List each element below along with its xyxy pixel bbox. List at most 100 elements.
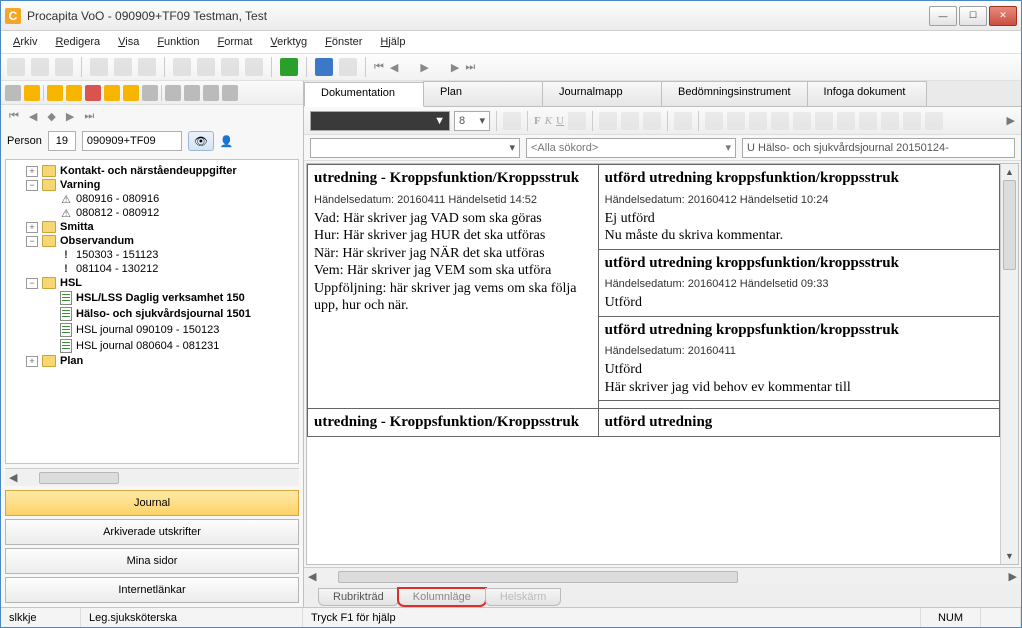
btab-rubriktrad[interactable]: Rubrikträd (318, 588, 399, 606)
tree-hsl-1[interactable]: Hälso- och sjukvårdsjournal 1501 (76, 308, 251, 320)
fmt-misc10-icon[interactable] (903, 112, 921, 130)
leftbtn-journal[interactable]: Journal (5, 490, 299, 516)
tree-varning-1[interactable]: 080812 - 080912 (76, 207, 159, 219)
nav-prev-icon[interactable]: ◀ (390, 61, 398, 74)
menu-arkiv[interactable]: Arkiv (5, 34, 45, 50)
leftbtn-arkiverade[interactable]: Arkiverade utskrifter (5, 519, 299, 545)
lt-doc-icon[interactable] (5, 85, 21, 101)
tree-obs-1[interactable]: 081104 - 130212 (76, 263, 158, 275)
lt-a-icon[interactable] (123, 85, 139, 101)
nav-next-icon[interactable]: ▶ (420, 61, 428, 74)
leftbtn-internet[interactable]: Internetlänkar (5, 577, 299, 603)
fmt-misc4-icon[interactable] (771, 112, 789, 130)
tree-varning[interactable]: Varning (60, 179, 100, 191)
bold-icon[interactable]: F (534, 115, 541, 127)
person-num-input[interactable] (48, 131, 76, 151)
tool-undo-icon[interactable] (245, 58, 263, 76)
lnav-next-icon[interactable]: ▶ (66, 110, 74, 123)
tool-preview-icon[interactable] (114, 58, 132, 76)
filter-journal-combo[interactable]: U Hälso- och sjukvårdsjournal 20150124- (742, 138, 1015, 158)
navigation-tree[interactable]: +Kontakt- och närståendeuppgifter −Varni… (6, 160, 298, 372)
person-id-input[interactable] (82, 131, 182, 151)
collapse-icon[interactable]: − (26, 236, 38, 247)
tool-export-icon[interactable] (138, 58, 156, 76)
tree-hsl-2[interactable]: HSL journal 090109 - 150123 (76, 324, 219, 336)
tab-dokumentation[interactable]: Dokumentation (304, 82, 424, 107)
tab-infoga[interactable]: Infoga dokument (807, 81, 927, 106)
lt-book-icon[interactable] (142, 85, 158, 101)
collapse-icon[interactable]: − (26, 180, 38, 191)
fmt-cloud-icon[interactable] (503, 112, 521, 130)
tab-bedomning[interactable]: Bedömningsinstrument (661, 81, 808, 106)
close-button[interactable]: ✕ (989, 6, 1017, 26)
tree-obs-0[interactable]: 150303 - 151123 (76, 249, 158, 261)
tree-varning-0[interactable]: 080916 - 080916 (76, 193, 159, 205)
fmt-misc8-icon[interactable] (859, 112, 877, 130)
align-right-icon[interactable] (643, 112, 661, 130)
btab-helskarm[interactable]: Helskärm (485, 588, 561, 606)
grid-hscrollbar[interactable]: ◀▶ (304, 567, 1021, 585)
tool-paste-icon[interactable] (221, 58, 239, 76)
lt-card3-icon[interactable] (203, 85, 219, 101)
fmt-play-icon[interactable]: ▶ (1007, 114, 1015, 127)
fmt-misc7-icon[interactable] (837, 112, 855, 130)
tree-hsl-0[interactable]: HSL/LSS Daglig verksamhet 150 (76, 292, 245, 304)
tree-observandum[interactable]: Observandum (60, 235, 134, 247)
lt-undo-icon[interactable] (66, 85, 82, 101)
tab-journalmapp[interactable]: Journalmapp (542, 81, 662, 106)
expand-icon[interactable]: + (26, 222, 38, 233)
tree-hscrollbar[interactable]: ◀ (5, 468, 299, 486)
align-center-icon[interactable] (621, 112, 639, 130)
lnav-diamond-icon[interactable]: ◆ (47, 110, 55, 123)
lt-star-icon[interactable] (47, 85, 63, 101)
tree-smitta[interactable]: Smitta (60, 221, 94, 233)
tool-save-icon[interactable] (55, 58, 73, 76)
tool-print-icon[interactable] (90, 58, 108, 76)
fmt-misc1-icon[interactable] (705, 112, 723, 130)
menu-hjalp[interactable]: Hjälp (372, 34, 413, 50)
tree-hsl-3[interactable]: HSL journal 080604 - 081231 (76, 340, 219, 352)
tool-info-green-icon[interactable] (280, 58, 298, 76)
tool-cut-icon[interactable] (173, 58, 191, 76)
tool-new-icon[interactable] (7, 58, 25, 76)
fmt-color-icon[interactable] (568, 112, 586, 130)
menu-visa[interactable]: Visa (110, 34, 147, 50)
menu-redigera[interactable]: Redigera (47, 34, 108, 50)
tool-refresh-icon[interactable] (339, 58, 357, 76)
underline-icon[interactable]: U (556, 115, 564, 127)
filter-sokord-combo[interactable]: <Alla sökord>▾ (526, 138, 736, 158)
maximize-button[interactable]: ☐ (959, 6, 987, 26)
person-view-button[interactable]: 👁 (188, 131, 214, 151)
collapse-icon[interactable]: − (26, 278, 38, 289)
font-family-combo[interactable]: ▼ (310, 111, 450, 131)
fmt-misc6-icon[interactable] (815, 112, 833, 130)
lnav-first-icon[interactable]: ⏮ (9, 110, 19, 123)
fmt-misc9-icon[interactable] (881, 112, 899, 130)
font-size-combo[interactable]: 8▾ (454, 111, 490, 131)
expand-icon[interactable]: + (26, 356, 38, 367)
lt-card1-icon[interactable] (165, 85, 181, 101)
fmt-misc11-icon[interactable] (925, 112, 943, 130)
menu-funktion[interactable]: Funktion (149, 34, 207, 50)
lt-card2-icon[interactable] (184, 85, 200, 101)
nav-first-icon[interactable]: ⏮ (374, 61, 384, 74)
expand-icon[interactable]: + (26, 166, 38, 177)
italic-icon[interactable]: K (545, 115, 552, 127)
tab-plan[interactable]: Plan (423, 81, 543, 106)
leftbtn-minasidor[interactable]: Mina sidor (5, 548, 299, 574)
tree-hsl[interactable]: HSL (60, 277, 82, 289)
align-left-icon[interactable] (599, 112, 617, 130)
lnav-last-icon[interactable]: ⏭ (84, 110, 94, 123)
minimize-button[interactable]: — (929, 6, 957, 26)
nav-last-icon[interactable]: ⏭ (465, 61, 475, 74)
lt-mail-icon[interactable] (104, 85, 120, 101)
lt-flag-icon[interactable] (85, 85, 101, 101)
btab-kolumnlage[interactable]: Kolumnläge (398, 588, 486, 606)
lnav-prev-icon[interactable]: ◀ (29, 110, 37, 123)
nav-fwd-icon[interactable]: ▶ (451, 61, 459, 74)
person-silhouette-icon[interactable]: 👤 (220, 135, 234, 148)
tool-copy-icon[interactable] (197, 58, 215, 76)
lt-card4-icon[interactable] (222, 85, 238, 101)
lt-slider-icon[interactable] (24, 85, 40, 101)
menu-fonster[interactable]: Fönster (317, 34, 370, 50)
